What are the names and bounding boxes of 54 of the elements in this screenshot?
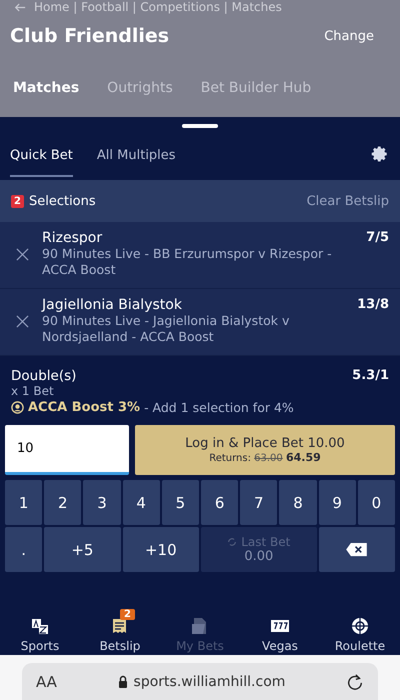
keypad-key[interactable]: +10 [122, 527, 199, 572]
change-link[interactable]: Change [324, 28, 374, 44]
selections-label: Selections [28, 194, 96, 208]
keypad-key[interactable]: 6 [201, 480, 238, 525]
reload-icon [346, 672, 364, 690]
roulette-wheel-icon [350, 616, 370, 636]
text-size-button[interactable]: AA [36, 672, 57, 690]
keypad-key[interactable]: 8 [279, 480, 317, 525]
close-icon[interactable] [16, 314, 29, 328]
nav-item[interactable]: Roulette [325, 608, 395, 652]
nav-item[interactable]: 2 Betslip [85, 608, 155, 652]
drag-handle[interactable] [182, 124, 218, 128]
keypad-key[interactable]: 3 [83, 480, 121, 525]
tab[interactable]: Matches [13, 80, 80, 96]
keypad-key[interactable]: 2 [44, 480, 82, 525]
tab[interactable]: All Multiples [96, 132, 176, 176]
page-title: Club Friendlies [10, 25, 170, 47]
selection-name: Rizespor [42, 230, 102, 246]
back-arrow-icon [14, 3, 26, 12]
keypad-key[interactable]: 9 [318, 480, 356, 525]
refresh-icon [227, 537, 238, 547]
boost-label: ACCA Boost 3% [28, 400, 140, 415]
place-bet-button[interactable]: Log in & Place Bet 10.00 Returns: 63.00 64.59 [135, 425, 395, 475]
keypad-key[interactable]: 5 [162, 480, 199, 525]
address-bar[interactable]: AA sports.williamhill.com [22, 663, 378, 700]
odds: 13/8 [357, 297, 389, 313]
count-badge: 2 [120, 608, 135, 620]
boost-icon [11, 401, 24, 414]
keypad-key[interactable]: 7 [240, 480, 278, 525]
market-description: 90 Minutes Live - BB Erzurumspor v Rizespor - ACCA Boost [42, 246, 333, 278]
bet-count: x 1 Bet [11, 384, 55, 398]
bet-type: Double(s) [11, 368, 76, 384]
keypad-key[interactable]: 4 [122, 480, 160, 525]
nav-item[interactable]: Sports [5, 608, 75, 652]
clear-betslip-link[interactable]: Clear Betslip [306, 194, 389, 208]
backspace-key[interactable] [318, 527, 395, 572]
market-description: 90 Minutes Live - Jagiellonia Bialystok v Nordsjaelland - ACCA Boost [42, 313, 290, 345]
close-icon[interactable] [16, 248, 29, 260]
settings-icon [371, 145, 389, 163]
keypad-key[interactable]: 0 [358, 480, 395, 525]
keypad-key[interactable]: +5 [44, 527, 121, 572]
boost-note: - Add 1 selection for 4% [144, 400, 294, 415]
url-text: sports.williamhill.com [134, 674, 286, 690]
count-badge: 2 [11, 194, 24, 208]
odds: 5.3/1 [352, 368, 389, 384]
backspace-icon [345, 542, 368, 557]
stake-input[interactable]: 10 [5, 425, 129, 475]
lock-icon [118, 675, 128, 688]
keypad-key[interactable]: . [5, 527, 42, 572]
selection-name: Jagiellonia Bialystok [42, 297, 182, 313]
nav-item[interactable]: Vegas [245, 608, 315, 652]
keypad-key[interactable]: 1 [5, 480, 42, 525]
odds: 7/5 [366, 230, 389, 246]
tab[interactable]: Quick Bet [10, 132, 73, 176]
